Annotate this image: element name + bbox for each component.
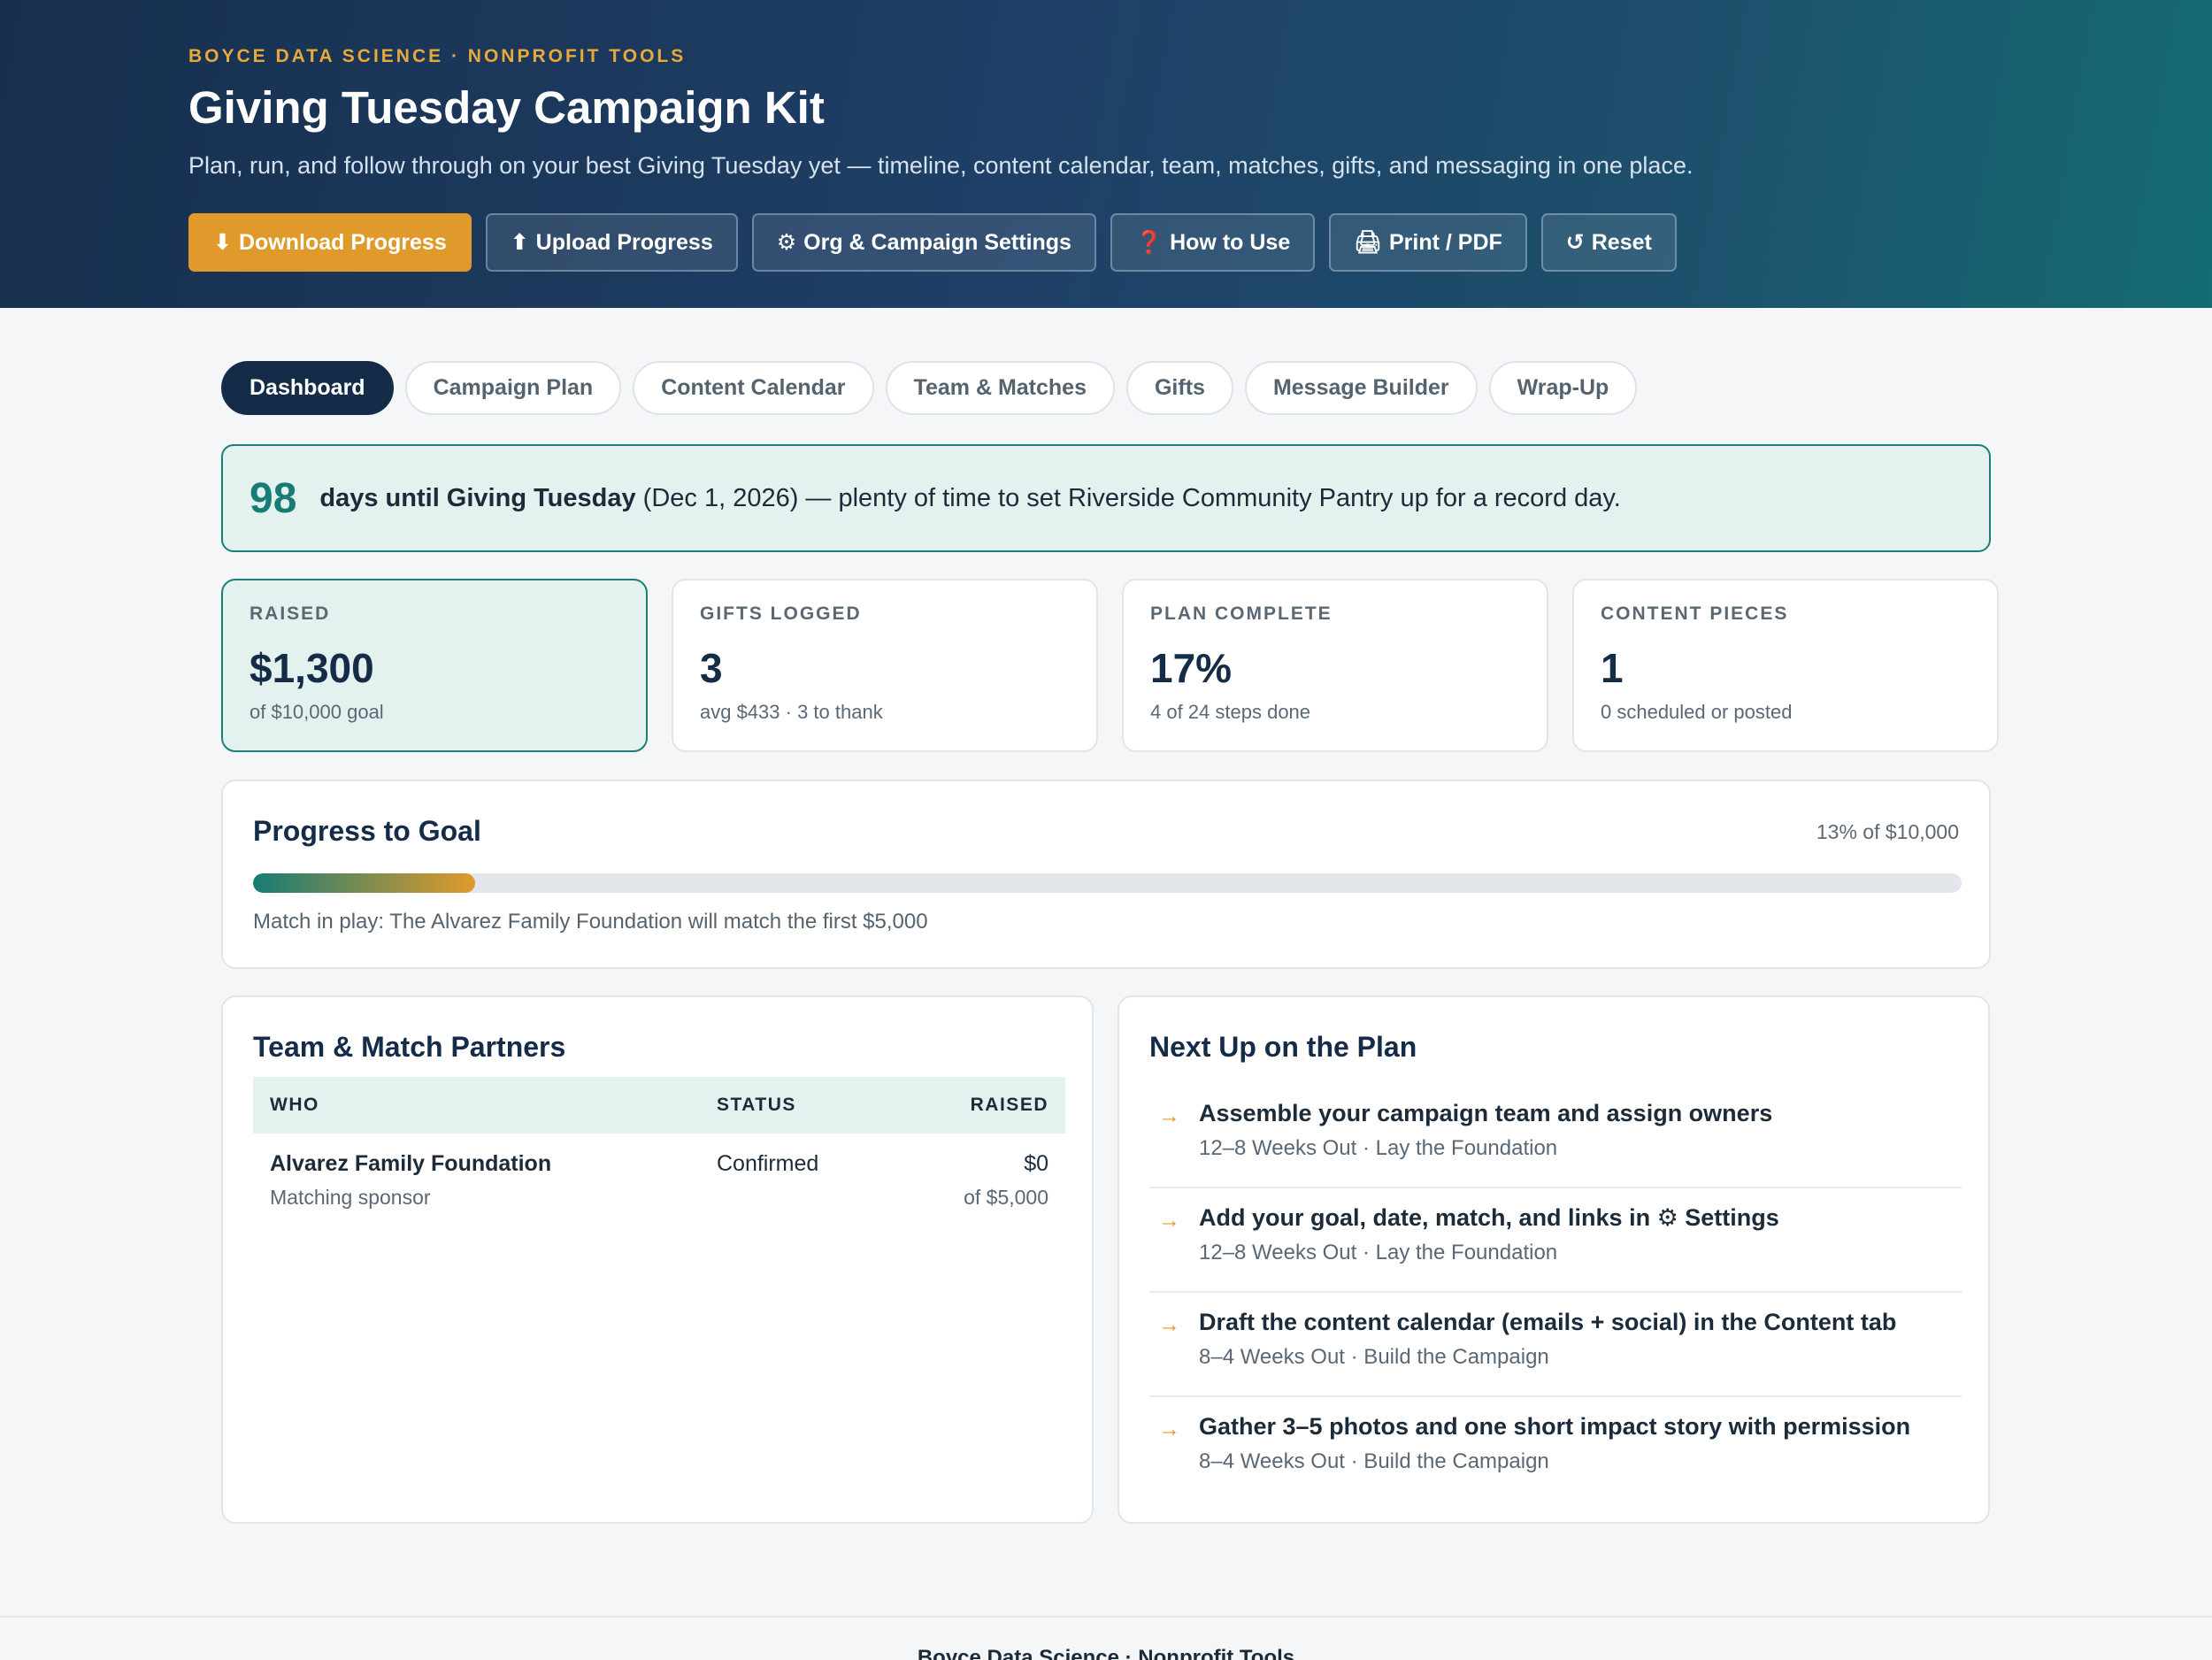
countdown-days: 98 <box>250 474 297 522</box>
countdown-banner: 98 days until Giving Tuesday (Dec 1, 202… <box>221 444 1991 552</box>
countdown-message: days until Giving Tuesday (Dec 1, 2026) … <box>319 484 1620 513</box>
header-actions: ⬇ Download Progress ⬆ Upload Progress ⚙ … <box>188 213 1677 272</box>
team-panel: Team & Match Partners WHO STATUS RAISED … <box>221 995 1094 1524</box>
tab-gifts[interactable]: Gifts <box>1125 361 1233 415</box>
page-subtitle: Plan, run, and follow through on your be… <box>188 152 1694 179</box>
progress-bar <box>253 873 1962 893</box>
how-to-use-label: How to Use <box>1170 229 1291 255</box>
reset-icon: ↺ <box>1565 230 1585 255</box>
plan-item-meta: 8–4 Weeks Out · Build the Campaign <box>1199 1345 1549 1369</box>
download-progress-label: Download Progress <box>238 229 447 255</box>
plan-list: → Assemble your campaign team and assign… <box>1149 1084 1962 1502</box>
arrow-right-icon: → <box>1158 1312 1180 1337</box>
tab-team-matches[interactable]: Team & Matches <box>885 361 1115 415</box>
list-item[interactable]: → Draft the content calendar (emails + s… <box>1149 1293 1962 1397</box>
status-cell: Confirmed <box>717 1151 920 1210</box>
plan-panel: Next Up on the Plan → Assemble your camp… <box>1118 995 1990 1524</box>
tab-content-calendar[interactable]: Content Calendar <box>633 361 874 415</box>
main-tabs: Dashboard Campaign Plan Content Calendar… <box>221 361 1638 415</box>
countdown-rest-text: (Dec 1, 2026) — plenty of time to set Ri… <box>635 483 1621 512</box>
countdown-bold-text: days until Giving Tuesday <box>319 483 636 512</box>
progress-card: Progress to Goal 13% of $10,000 Match in… <box>221 780 1991 969</box>
tab-message-builder[interactable]: Message Builder <box>1244 361 1478 415</box>
plan-item-meta: 12–8 Weeks Out · Lay the Foundation <box>1199 1241 1558 1264</box>
stat-card-plan: PLAN COMPLETE 17% 4 of 24 steps done <box>1122 579 1548 752</box>
stat-value: 17% <box>1150 645 1233 691</box>
list-item[interactable]: → Add your goal, date, match, and links … <box>1149 1188 1962 1293</box>
download-icon: ⬇ <box>213 230 232 255</box>
column-who: WHO <box>270 1095 319 1115</box>
stat-label: RAISED <box>250 603 331 624</box>
print-pdf-button[interactable]: 🖨 Print / PDF <box>1329 213 1527 272</box>
plan-item-title: Gather 3–5 photos and one short impact s… <box>1199 1413 1911 1440</box>
column-status: STATUS <box>717 1095 796 1115</box>
partner-cell: Alvarez Family Foundation Matching spons… <box>270 1151 717 1210</box>
column-raised: RAISED <box>970 1095 1048 1115</box>
gear-icon: ⚙ <box>776 230 797 255</box>
plan-item-title: Assemble your campaign team and assign o… <box>1199 1100 1773 1126</box>
list-item[interactable]: → Assemble your campaign team and assign… <box>1149 1084 1962 1188</box>
stat-sub: of $10,000 goal <box>250 701 384 723</box>
upload-icon: ⬆ <box>510 230 529 255</box>
footer-divider <box>0 1616 2212 1618</box>
table-header: WHO STATUS RAISED <box>253 1077 1065 1134</box>
tab-wrap-up[interactable]: Wrap-Up <box>1488 361 1638 415</box>
settings-label: Org & Campaign Settings <box>803 229 1071 255</box>
stat-sub: 0 scheduled or posted <box>1601 701 1793 723</box>
stats-row: RAISED $1,300 of $10,000 goal GIFTS LOGG… <box>221 579 1999 752</box>
reset-label: Reset <box>1591 229 1652 255</box>
stat-label: PLAN COMPLETE <box>1150 603 1333 624</box>
plan-item-meta: 12–8 Weeks Out · Lay the Foundation <box>1199 1136 1558 1160</box>
team-panel-title: Team & Match Partners <box>253 1031 566 1063</box>
arrow-right-icon: → <box>1158 1103 1180 1128</box>
raised-cell: $0 of $5,000 <box>920 1151 1048 1210</box>
plan-panel-title: Next Up on the Plan <box>1149 1031 1417 1063</box>
progress-title: Progress to Goal <box>253 815 481 847</box>
stat-label: GIFTS LOGGED <box>700 603 862 624</box>
plan-item-title: Add your goal, date, match, and links in… <box>1199 1204 1779 1231</box>
partner-role: Matching sponsor <box>270 1186 431 1209</box>
settings-button[interactable]: ⚙ Org & Campaign Settings <box>751 213 1096 272</box>
page-title: Giving Tuesday Campaign Kit <box>188 82 825 133</box>
table-row: Alvarez Family Foundation Matching spons… <box>253 1134 1065 1210</box>
partner-name: Alvarez Family Foundation <box>270 1151 552 1176</box>
stat-label: CONTENT PIECES <box>1601 603 1789 624</box>
reset-button[interactable]: ↺ Reset <box>1540 213 1677 272</box>
list-item[interactable]: → Gather 3–5 photos and one short impact… <box>1149 1397 1962 1502</box>
partner-raised: $0 <box>1024 1151 1048 1176</box>
brand-eyebrow: BOYCE DATA SCIENCE · NONPROFIT TOOLS <box>188 46 687 66</box>
plan-item-meta: 8–4 Weeks Out · Build the Campaign <box>1199 1449 1549 1473</box>
download-progress-button[interactable]: ⬇ Download Progress <box>188 213 472 272</box>
partner-status: Confirmed <box>717 1151 819 1176</box>
upload-progress-label: Upload Progress <box>535 229 713 255</box>
tab-dashboard[interactable]: Dashboard <box>221 361 394 415</box>
upload-progress-button[interactable]: ⬆ Upload Progress <box>485 213 738 272</box>
stat-value: 3 <box>700 645 723 691</box>
stat-sub: avg $433 · 3 to thank <box>700 701 883 723</box>
stat-card-raised: RAISED $1,300 of $10,000 goal <box>221 579 648 752</box>
match-note: Match in play: The Alvarez Family Founda… <box>253 910 928 934</box>
printer-icon: 🖨 <box>1354 229 1382 255</box>
arrow-right-icon: → <box>1158 1208 1180 1233</box>
stat-card-gifts: GIFTS LOGGED 3 avg $433 · 3 to thank <box>672 579 1098 752</box>
footer-text: Boyce Data Science · Nonprofit Tools <box>917 1646 1295 1660</box>
plan-item-title: Draft the content calendar (emails + soc… <box>1199 1309 1897 1335</box>
partner-raised-of: of $5,000 <box>964 1186 1048 1209</box>
progress-bar-fill <box>253 873 476 893</box>
how-to-use-button[interactable]: ❓ How to Use <box>1110 213 1316 272</box>
stat-card-content: CONTENT PIECES 1 0 scheduled or posted <box>1572 579 1999 752</box>
hero-header: BOYCE DATA SCIENCE · NONPROFIT TOOLS Giv… <box>0 0 2212 308</box>
tab-campaign-plan[interactable]: Campaign Plan <box>404 361 622 415</box>
stat-value: $1,300 <box>250 645 374 691</box>
print-pdf-label: Print / PDF <box>1388 229 1502 255</box>
arrow-right-icon: → <box>1158 1417 1180 1441</box>
stat-value: 1 <box>1601 645 1624 691</box>
progress-summary: 13% of $10,000 <box>1816 820 1959 843</box>
stat-sub: 4 of 24 steps done <box>1150 701 1311 723</box>
team-table: WHO STATUS RAISED Alvarez Family Foundat… <box>253 1077 1065 1210</box>
question-icon: ❓ <box>1134 229 1164 255</box>
